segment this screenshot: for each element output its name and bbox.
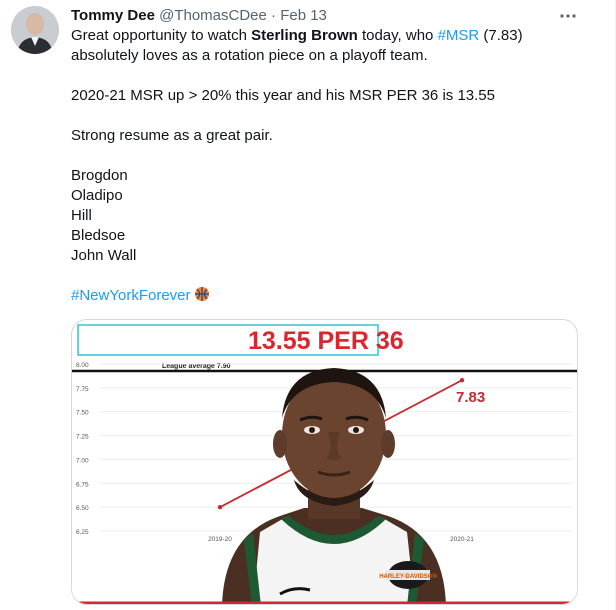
text-line-1: Great opportunity to watch Sterling Brow… bbox=[71, 26, 591, 46]
tweet-date[interactable]: Feb 13 bbox=[280, 7, 327, 24]
data-point bbox=[459, 378, 465, 383]
name-list-item: Hill bbox=[71, 207, 92, 224]
author-handle[interactable]: @ThomasCDee bbox=[159, 7, 267, 24]
name-list-item: Bledsoe bbox=[71, 227, 126, 244]
name-list-item: Oladipo bbox=[71, 187, 123, 204]
y-tick-label: 6.25 bbox=[76, 529, 89, 536]
x-tick-label: 2019-20 bbox=[208, 536, 232, 543]
name-list-item: Brogdon bbox=[71, 167, 128, 184]
y-tick-label: 7.00 bbox=[76, 457, 89, 464]
x-tick-label: 2020-21 bbox=[450, 536, 474, 543]
basketball-emoji-icon bbox=[194, 286, 210, 308]
y-tick-label: 7.75 bbox=[76, 386, 89, 393]
more-options-icon[interactable] bbox=[556, 4, 580, 28]
chart-title: 13.55 PER 36 bbox=[248, 327, 404, 355]
text-fragment: (7.83) bbox=[479, 27, 523, 44]
author-name[interactable]: Tommy Dee bbox=[71, 7, 155, 24]
author-avatar[interactable] bbox=[11, 6, 59, 54]
hashtag-newyorkforever-link[interactable]: #NewYorkForever bbox=[71, 287, 191, 304]
tweet-header: Tommy Dee @ThomasCDee · Feb 13 bbox=[71, 6, 327, 26]
data-value-label: 7.83 bbox=[456, 389, 485, 406]
hashtag-msr-link[interactable]: #MSR bbox=[438, 27, 480, 44]
tweet[interactable]: Tommy Dee @ThomasCDee · Feb 13 Great opp… bbox=[0, 0, 616, 610]
y-tick-label: 6.50 bbox=[76, 505, 89, 512]
name-list-item: John Wall bbox=[71, 247, 137, 264]
bold-name: Sterling Brown bbox=[251, 27, 358, 44]
tweet-media-image[interactable]: 13.55 PER 36 League average 7.90 8.00 7.7… bbox=[71, 319, 578, 605]
text-fragment: today, who bbox=[357, 27, 438, 44]
hashtag-line: #NewYorkForever bbox=[71, 286, 591, 308]
y-tick-label: 6.75 bbox=[76, 481, 89, 488]
sponsor-logo-text: HARLEY-DAVIDSON bbox=[379, 574, 437, 580]
data-point bbox=[217, 504, 223, 510]
chart-graphic: 13.55 PER 36 League average 7.90 8.007.7… bbox=[72, 320, 577, 604]
text-line-2: absolutely loves as a rotation piece on … bbox=[71, 47, 428, 64]
y-tick-label: 7.50 bbox=[76, 410, 89, 417]
tweet-text: Great opportunity to watch Sterling Brow… bbox=[71, 26, 591, 308]
y-tick-label: 7.25 bbox=[76, 434, 89, 441]
text-fragment: Great opportunity to watch bbox=[71, 27, 252, 44]
header-separator: · bbox=[271, 7, 277, 24]
y-tick-label: 8.00 bbox=[76, 362, 89, 369]
text-line-3: 2020-21 MSR up > 20% this year and his M… bbox=[71, 87, 495, 104]
text-line-4: Strong resume as a great pair. bbox=[71, 127, 273, 144]
